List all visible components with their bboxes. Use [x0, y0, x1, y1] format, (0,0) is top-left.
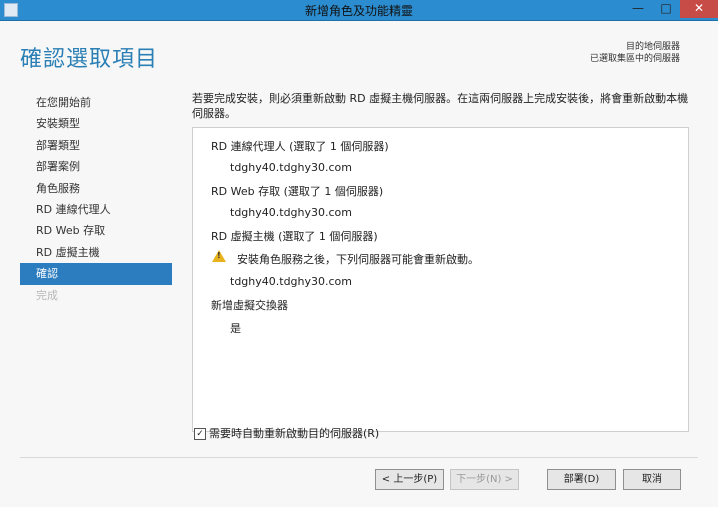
window-title: 新增角色及功能精靈 — [304, 4, 413, 18]
destination-label: 目的地伺服器 — [625, 42, 680, 52]
cancel-button[interactable]: 取消 — [623, 469, 681, 490]
warning-icon: ! — [212, 250, 226, 262]
web-host: tdghy40.tdghy30.com — [230, 206, 352, 219]
step-rd-web-access[interactable]: RD Web 存取 — [20, 220, 172, 241]
step-rd-connection-broker[interactable]: RD 連線代理人 — [20, 199, 172, 220]
switch-section-title: 新增虛擬交換器 — [211, 299, 288, 312]
virt-section-title: RD 虛擬主機 (選取了 1 個伺服器) — [211, 230, 378, 243]
deploy-button[interactable]: 部署(D) — [547, 469, 616, 490]
wizard-body: 確認選取項目 目的地伺服器 已選取集區中的伺服器 在您開始前 安裝類型 部署類型… — [0, 21, 718, 507]
intro-text: 若要完成安裝，則必須重新啟動 RD 虛擬主機伺服器。在這兩伺服器上完成安裝後，將… — [192, 92, 689, 120]
broker-host: tdghy40.tdghy30.com — [230, 161, 352, 174]
step-completion: 完成 — [36, 288, 58, 302]
confirmation-panel: RD 連線代理人 (選取了 1 個伺服器) tdghy40.tdghy30.co… — [192, 127, 689, 432]
footer-divider — [20, 457, 698, 458]
virt-host: tdghy40.tdghy30.com — [230, 275, 352, 288]
page-title: 確認選取項目 — [20, 47, 159, 72]
virt-warning: 安裝角色服務之後，下列伺服器可能會重新啟動。 — [237, 253, 479, 266]
step-role-services[interactable]: 角色服務 — [20, 178, 172, 199]
broker-section-title: RD 連線代理人 (選取了 1 個伺服器) — [211, 140, 389, 153]
step-deployment-scenario[interactable]: 部署案例 — [20, 156, 172, 177]
step-deployment-type[interactable]: 部署類型 — [20, 135, 172, 156]
restart-option[interactable]: ✓ 需要時自動重新啟動目的伺服器(R) — [194, 425, 379, 441]
next-button[interactable]: 下一步(N) > — [450, 469, 519, 490]
step-before-you-begin[interactable]: 在您開始前 — [20, 92, 172, 113]
wizard-steps: 在您開始前 安裝類型 部署類型 部署案例 角色服務 RD 連線代理人 RD We… — [20, 92, 172, 306]
title-bar: 新增角色及功能精靈 — □ ✕ — [0, 0, 718, 21]
restart-checkbox[interactable]: ✓ — [194, 428, 206, 440]
web-section-title: RD Web 存取 (選取了 1 個伺服器) — [211, 185, 384, 198]
step-rd-virtualization-host[interactable]: RD 虛擬主機 — [20, 242, 172, 263]
previous-button[interactable]: < 上一步(P) — [375, 469, 444, 490]
step-confirmation[interactable]: 確認 — [20, 263, 172, 285]
maximize-button[interactable]: □ — [653, 0, 679, 18]
destination-value: 已選取集區中的伺服器 — [589, 54, 680, 64]
close-button[interactable]: ✕ — [680, 0, 718, 18]
switch-value: 是 — [230, 322, 241, 335]
step-installation-type[interactable]: 安裝類型 — [20, 113, 172, 134]
restart-label: 需要時自動重新啟動目的伺服器(R) — [209, 427, 380, 440]
destination-server: 目的地伺服器 已選取集區中的伺服器 — [590, 41, 680, 65]
minimize-button[interactable]: — — [625, 0, 651, 18]
